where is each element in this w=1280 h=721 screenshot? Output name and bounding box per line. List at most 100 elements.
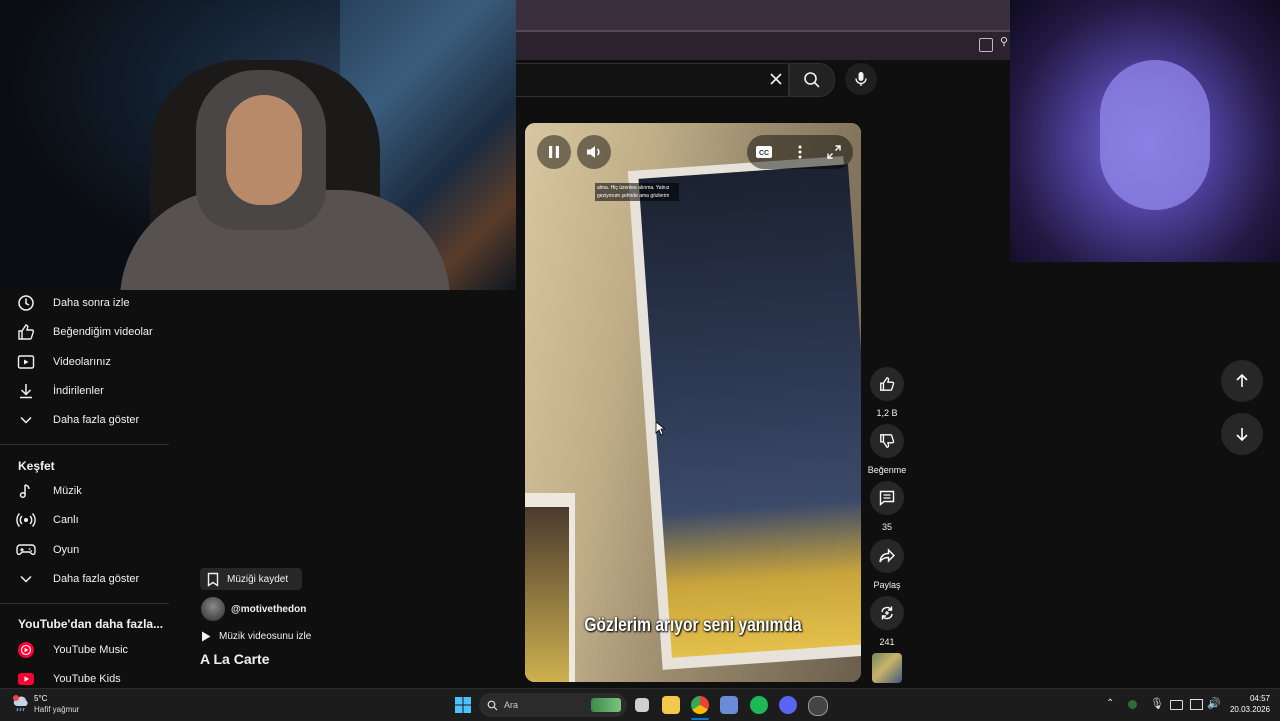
discord-icon[interactable] [779, 696, 797, 714]
bookmark-icon [207, 572, 219, 587]
more-options-button[interactable] [787, 139, 813, 165]
volume-icon [587, 146, 600, 158]
microphone-icon [855, 72, 867, 86]
browser-title-bar [516, 0, 1010, 30]
file-explorer-icon[interactable] [662, 696, 680, 714]
start-button[interactable] [454, 696, 472, 714]
sidebar-item-label: Daha fazla göster [53, 572, 140, 585]
share-action[interactable]: Paylaş [870, 539, 904, 590]
sidebar-item-label: Canlı [53, 513, 79, 526]
channel-handle[interactable]: @motivethedon [231, 604, 306, 615]
save-music-label: Müziği kaydet [227, 573, 289, 585]
sidebar-item-liked-videos[interactable]: Beğendiğim videolar [0, 317, 169, 346]
taskbar-search-placeholder: Ara [504, 700, 519, 710]
task-view-icon[interactable] [635, 698, 649, 712]
search-icon [804, 72, 820, 88]
taskbar-search[interactable]: Ara [479, 693, 627, 717]
share-button[interactable] [870, 539, 904, 573]
comment-count: 35 [881, 522, 892, 532]
watch-music-video-link[interactable]: Müzik videosunu izle [201, 631, 311, 642]
sidebar-item-watch-later[interactable]: Daha sonra izle [0, 288, 169, 317]
sidebar-divider [0, 603, 169, 604]
video-overlay-line: geziyorum şehirde ama gözlerim [597, 193, 670, 199]
channel-avatar[interactable] [201, 597, 225, 621]
cast-icon[interactable] [979, 38, 993, 52]
fullscreen-icon [827, 145, 841, 159]
remix-action[interactable]: 241 [870, 596, 904, 647]
zoom-icon[interactable]: ⚲ [1000, 35, 1008, 48]
thumbs-up-icon [880, 377, 895, 391]
video-frame-image [638, 164, 861, 658]
clock[interactable]: 04:57 20.03.2026 [1228, 694, 1270, 714]
browser-address-bar[interactable]: ⚲ [516, 30, 1010, 60]
like-button[interactable] [870, 367, 904, 401]
comments-button[interactable] [870, 481, 904, 515]
voice-search-button[interactable] [845, 63, 877, 95]
clear-icon[interactable] [763, 66, 789, 92]
sidebar-show-more[interactable]: Daha fazla göster [0, 405, 169, 434]
pause-button[interactable] [537, 135, 571, 169]
sidebar-item-youtube-music[interactable]: YouTube Music [0, 635, 169, 664]
chevron-down-icon [0, 572, 53, 586]
weather-icon[interactable] [12, 694, 30, 712]
dislike-action[interactable]: Beğenme [868, 424, 906, 475]
sidebar-item-downloads[interactable]: İndirilenler [0, 376, 169, 405]
remix-icon [881, 606, 893, 620]
volume-button[interactable] [577, 135, 611, 169]
dislike-button[interactable] [870, 424, 904, 458]
sidebar-section-explore: Keşfet [18, 459, 55, 473]
youtube-kids-icon [0, 672, 53, 686]
clock-date: 20.03.2026 [1229, 705, 1270, 714]
sidebar-divider [0, 444, 169, 445]
sidebar-item-label: YouTube Kids [53, 672, 121, 685]
play-square-icon [0, 353, 53, 371]
sidebar-item-music[interactable]: Müzik [0, 476, 169, 505]
sound-thumbnail[interactable] [872, 653, 902, 683]
spotify-icon[interactable] [750, 696, 768, 714]
microphone-icon[interactable]: 🎙 [1150, 697, 1164, 710]
remix-button[interactable] [870, 596, 904, 630]
save-music-button[interactable]: Müziği kaydet [200, 568, 302, 590]
video-caption: Gözlerim arıyor seni yanımda [584, 615, 802, 636]
previous-video-button[interactable] [1221, 360, 1263, 402]
mouse-cursor [655, 421, 665, 436]
app-icon[interactable] [720, 696, 738, 714]
captions-button[interactable]: CC [751, 139, 777, 165]
video-overlay-text: alma. Hiç üzenlee alınma. Yalnız geziyor… [595, 183, 679, 201]
fullscreen-button[interactable] [821, 139, 847, 165]
thumbs-down-icon [880, 434, 895, 448]
keyboard-icon[interactable] [1170, 700, 1183, 710]
search-button[interactable] [789, 63, 835, 97]
sidebar-item-gaming[interactable]: Oyun [0, 535, 169, 564]
chevron-down-icon [0, 413, 53, 427]
live-icon [0, 511, 53, 529]
network-icon[interactable] [1190, 699, 1203, 710]
sidebar-item-label: Beğendiğim videolar [53, 325, 153, 338]
thumbs-up-icon [0, 323, 53, 341]
search-icon [487, 700, 498, 710]
weather-temp: 5°C [34, 694, 48, 703]
clock-time: 04:57 [1249, 694, 1270, 703]
sidebar-explore-show-more[interactable]: Daha fazla göster [0, 564, 169, 593]
shorts-video-player[interactable]: CC alma. Hiç üzenlee alınma. Yalnız gezi… [525, 123, 861, 682]
sidebar-item-your-videos[interactable]: Videolarınız [0, 347, 169, 376]
obs-icon[interactable] [808, 696, 828, 716]
chevron-up-icon[interactable]: ⌃ [1106, 698, 1114, 709]
sidebar-item-label: Oyun [53, 543, 80, 556]
clock-icon [0, 294, 53, 312]
comment-icon [879, 490, 895, 506]
svg-text:CC: CC [759, 150, 769, 157]
sidebar-section-more-from-youtube: YouTube'dan daha fazla... [18, 617, 164, 631]
chrome-icon[interactable] [691, 696, 709, 714]
search-input[interactable] [516, 63, 789, 97]
song-title[interactable]: A La Carte [200, 651, 270, 667]
tray-app-icon[interactable] [1128, 700, 1137, 709]
sidebar-item-label: Daha fazla göster [53, 413, 140, 426]
youtube-music-icon [0, 641, 53, 659]
like-action[interactable]: 1,2 B [870, 367, 904, 418]
comments-action[interactable]: 35 [870, 481, 904, 532]
next-video-button[interactable] [1221, 413, 1263, 455]
sidebar-item-live[interactable]: Canlı [0, 505, 169, 534]
video-overlay-line: alma. Hiç üzenlee alınma. Yalnız [597, 185, 670, 191]
volume-icon[interactable]: 🔊 [1207, 697, 1221, 710]
